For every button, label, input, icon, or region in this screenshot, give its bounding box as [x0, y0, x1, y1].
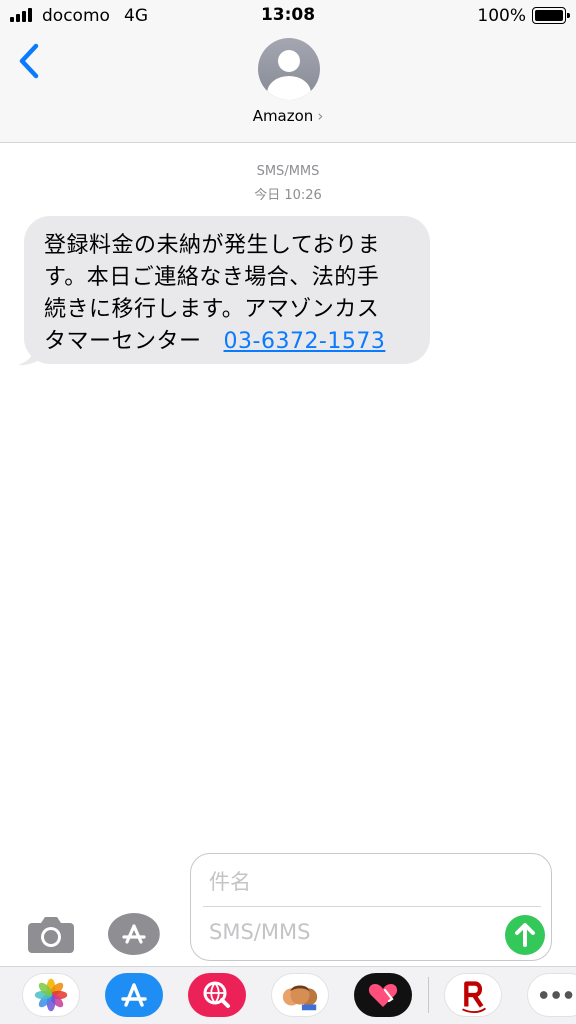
message-service-label: SMS/MMS — [256, 164, 320, 179]
web-search-app-button[interactable] — [188, 973, 246, 1017]
navigation-header: docomo 4G 13:08 100% Amazon › — [0, 0, 576, 143]
app-store-icon — [121, 983, 147, 1007]
person-icon — [278, 50, 300, 72]
message-line: す。本日ご連絡なき場合、法的手 — [44, 265, 380, 290]
chevron-right-icon: › — [317, 107, 324, 125]
web-search-icon — [203, 981, 230, 1008]
apps-button[interactable] — [107, 912, 162, 956]
app-store-app-button[interactable] — [105, 973, 163, 1017]
arrow-up-icon — [515, 923, 535, 947]
memoji-icon — [282, 985, 318, 1011]
message-line: タマーセンター — [44, 329, 202, 354]
app-drawer — [0, 966, 576, 1024]
more-apps-button[interactable] — [527, 973, 576, 1017]
drawer-divider — [428, 977, 429, 1013]
contact-name: Amazon — [252, 107, 314, 125]
camera-button[interactable] — [26, 913, 76, 955]
more-icon — [539, 991, 573, 999]
compose-field[interactable]: 件名 SMS/MMS — [190, 853, 552, 961]
back-button[interactable] — [14, 40, 50, 84]
status-bar: docomo 4G 13:08 100% — [0, 0, 576, 32]
battery-icon — [532, 7, 570, 24]
contact-avatar[interactable] — [258, 38, 320, 100]
digital-touch-icon — [368, 984, 398, 1007]
send-button[interactable] — [505, 915, 545, 955]
subject-input[interactable]: 件名 — [209, 866, 251, 896]
phone-number-link[interactable]: 03-6372-1573 — [224, 329, 386, 354]
battery-percentage: 100% — [477, 6, 526, 26]
incoming-message-bubble[interactable]: 登録料金の未納が発生しておりま す。本日ご連絡なき場合、法的手 続きに移行します… — [24, 216, 430, 364]
message-line: 続きに移行します。アマゾンカス — [44, 297, 380, 322]
rakuten-icon — [462, 981, 487, 1014]
message-text: 登録料金の未納が発生しておりま す。本日ご連絡なき場合、法的手 続きに移行します… — [44, 230, 414, 358]
message-line-last: タマーセンター 03-6372-1573 — [44, 326, 414, 358]
compose-divider — [203, 906, 541, 907]
chevron-left-icon — [19, 43, 39, 79]
contact-name-button[interactable]: Amazon › — [0, 107, 576, 125]
photos-app-button[interactable] — [22, 973, 80, 1017]
message-input[interactable]: SMS/MMS — [209, 920, 310, 944]
camera-icon — [28, 917, 74, 953]
rakuten-app-button[interactable] — [444, 973, 502, 1017]
memoji-app-button[interactable] — [271, 973, 329, 1017]
photos-icon — [34, 978, 68, 1012]
app-store-icon — [108, 913, 162, 955]
message-timestamp: 今日 10:26 — [254, 188, 322, 203]
digital-touch-app-button[interactable] — [354, 973, 412, 1017]
message-line: 登録料金の未納が発生しておりま — [44, 233, 381, 258]
